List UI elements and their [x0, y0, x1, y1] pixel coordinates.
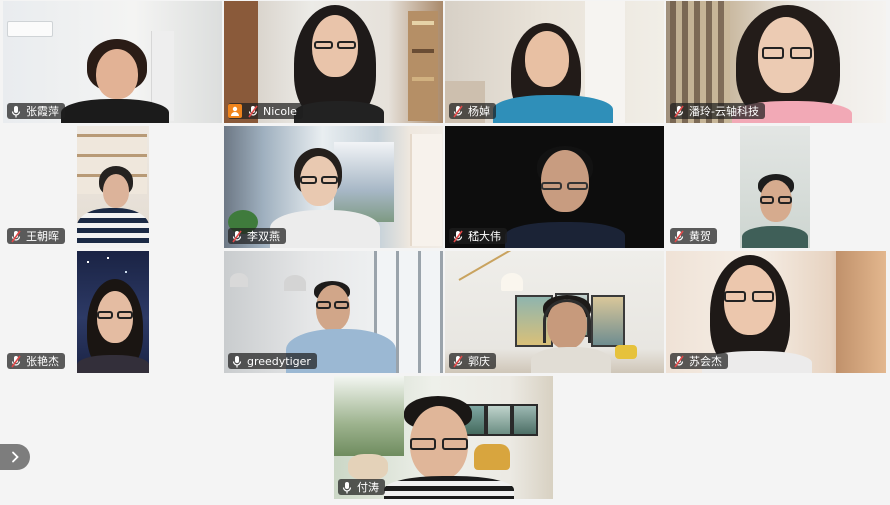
- participant-video: [740, 126, 810, 248]
- participant-tile[interactable]: 苏会杰: [666, 251, 886, 373]
- participant-name: 苏会杰: [689, 354, 722, 368]
- video-gallery: 张霞萍 Nicole 杨婥 潘玲-云轴科技 王朝晖 李双燕 嵇大伟 黄贺 张艳杰…: [0, 0, 890, 505]
- participant-name-label: 苏会杰: [670, 353, 728, 369]
- participant-name: 嵇大伟: [468, 229, 501, 243]
- microphone-muted-icon: [248, 105, 258, 117]
- participant-tile[interactable]: 李双燕: [224, 126, 443, 248]
- microphone-muted-icon: [674, 230, 684, 242]
- participant-name: 张艳杰: [26, 354, 59, 368]
- microphone-icon: [342, 481, 352, 493]
- participant-name-label: 李双燕: [228, 228, 286, 244]
- participant-tile[interactable]: 张霞萍: [3, 1, 222, 123]
- participant-tile[interactable]: 付涛: [334, 376, 553, 499]
- participant-name-label: 付涛: [338, 479, 385, 495]
- participant-tile[interactable]: 潘玲-云轴科技: [666, 1, 886, 123]
- microphone-muted-icon: [11, 230, 21, 242]
- participant-name-label: 张艳杰: [7, 353, 65, 369]
- participant-name-label: 王朝晖: [7, 228, 65, 244]
- participant-tile[interactable]: 嵇大伟: [445, 126, 664, 248]
- participant-tile[interactable]: Nicole: [224, 1, 443, 123]
- participant-name: 付涛: [357, 480, 379, 494]
- participant-video: [77, 126, 149, 248]
- participant-name: greedytiger: [247, 354, 311, 368]
- participant-video: [77, 251, 149, 373]
- participant-name: 潘玲-云轴科技: [689, 104, 759, 118]
- participant-name: 杨婥: [468, 104, 490, 118]
- participant-tile[interactable]: 张艳杰: [3, 251, 222, 373]
- participant-name: Nicole: [263, 104, 297, 118]
- microphone-muted-icon: [453, 355, 463, 367]
- participant-name-label: Nicole: [228, 103, 303, 119]
- participant-name: 张霞萍: [26, 104, 59, 118]
- microphone-muted-icon: [11, 355, 21, 367]
- microphone-muted-icon: [674, 355, 684, 367]
- participant-name-label: 嵇大伟: [449, 228, 507, 244]
- participant-name: 王朝晖: [26, 229, 59, 243]
- participant-name-label: 郭庆: [449, 353, 496, 369]
- microphone-icon: [232, 355, 242, 367]
- microphone-muted-icon: [674, 105, 684, 117]
- microphone-muted-icon: [453, 105, 463, 117]
- participant-name-label: greedytiger: [228, 353, 317, 369]
- participant-name-label: 张霞萍: [7, 103, 65, 119]
- participant-tile[interactable]: greedytiger: [224, 251, 443, 373]
- participant-tile[interactable]: 黄贺: [666, 126, 886, 248]
- participant-tile[interactable]: 王朝晖: [3, 126, 222, 248]
- gallery-next-page-button[interactable]: [0, 444, 30, 470]
- participant-name-label: 杨婥: [449, 103, 496, 119]
- microphone-icon: [11, 105, 21, 117]
- participant-name: 郭庆: [468, 354, 490, 368]
- host-user-icon: [228, 104, 242, 118]
- chevron-right-icon: [12, 451, 19, 463]
- participant-name: 黄贺: [689, 229, 711, 243]
- participant-name-label: 黄贺: [670, 228, 717, 244]
- participant-name-label: 潘玲-云轴科技: [670, 103, 765, 119]
- participant-tile[interactable]: 杨婥: [445, 1, 664, 123]
- participant-tile[interactable]: 郭庆: [445, 251, 664, 373]
- microphone-muted-icon: [232, 230, 242, 242]
- microphone-muted-icon: [453, 230, 463, 242]
- participant-name: 李双燕: [247, 229, 280, 243]
